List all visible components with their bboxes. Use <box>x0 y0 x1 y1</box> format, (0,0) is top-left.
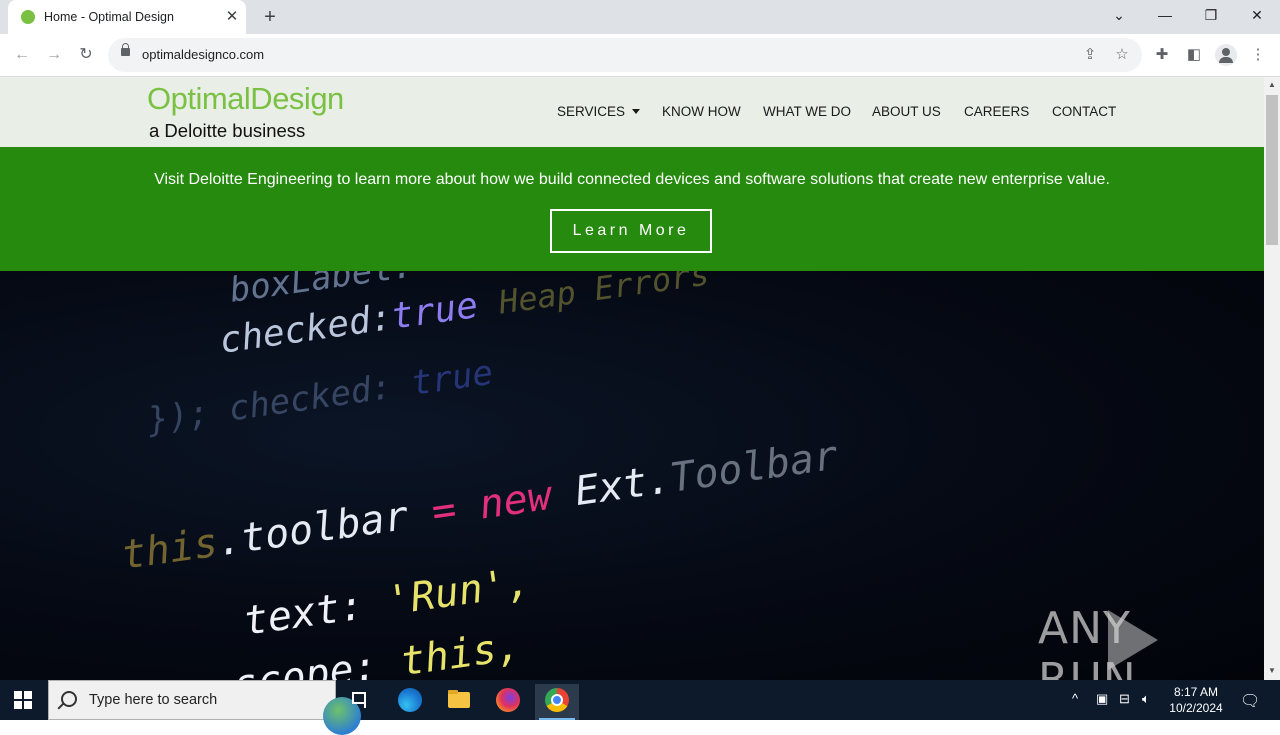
code-token: true <box>408 352 496 404</box>
profile-avatar-icon[interactable] <box>1215 44 1237 66</box>
code-token: this <box>118 519 221 579</box>
address-bar[interactable]: optimaldesignco.com ⇪ ☆ <box>108 38 1142 72</box>
windows-start-icon[interactable] <box>14 691 32 709</box>
code-token: = <box>428 486 460 536</box>
code-token: 'Run', <box>383 559 534 625</box>
code-token: Toolbar <box>667 432 841 502</box>
firefox-icon[interactable] <box>486 684 530 720</box>
taskbar-search-box[interactable]: Type here to search <box>48 680 361 735</box>
browser-tabstrip: Home - Optimal Design ✕ + ⌄ — ❐ ✕ <box>0 0 1280 34</box>
promo-banner: Visit Deloitte Engineering to learn more… <box>0 147 1264 271</box>
nav-careers[interactable]: CAREERS <box>964 104 1029 119</box>
scrollbar-thumb[interactable] <box>1266 95 1278 245</box>
code-token: scope: <box>230 643 381 680</box>
code-token: this, <box>397 623 524 680</box>
network-icon[interactable]: ⊟ <box>1119 691 1130 707</box>
task-view-icon[interactable] <box>338 684 382 720</box>
lock-icon[interactable] <box>121 43 130 56</box>
nav-what-we-do[interactable]: WHAT WE DO <box>763 104 851 119</box>
code-token: checked: <box>226 367 395 430</box>
nav-services-label: SERVICES <box>557 104 626 119</box>
share-icon[interactable]: ⇪ <box>1080 45 1100 65</box>
nav-services[interactable]: SERVICES <box>557 104 641 119</box>
nav-contact[interactable]: CONTACT <box>1052 104 1116 119</box>
code-token: .toolbar <box>214 493 412 566</box>
code-token: true <box>388 285 481 338</box>
side-panel-icon[interactable]: ◧ <box>1182 43 1206 67</box>
reload-button[interactable]: ↻ <box>73 42 99 68</box>
site-favicon-icon <box>21 10 35 24</box>
back-button[interactable]: ← <box>9 42 35 68</box>
browser-toolbar: ← → ↻ optimaldesignco.com ⇪ ☆ <box>0 34 1280 77</box>
code-token: Heap Errors <box>496 271 712 322</box>
browser-tab-active[interactable]: Home - Optimal Design ✕ <box>8 0 246 34</box>
code-line-3: }); checked: true <box>145 353 495 441</box>
page-viewport: OptimalDesign a Deloitte business SERVIC… <box>0 77 1264 680</box>
code-line-4: this.toolbar = new Ext.Toolbar <box>119 433 841 579</box>
code-token: text: <box>240 582 367 645</box>
nav-about-us[interactable]: ABOUT US <box>872 104 941 119</box>
volume-icon[interactable]: 🔈︎ <box>1142 691 1150 707</box>
system-clock[interactable]: 8:17 AM 10/2/2024 <box>1160 684 1232 716</box>
code-token: }); <box>145 392 212 441</box>
tray-overflow-chevron-icon[interactable]: ^ <box>1072 691 1078 706</box>
new-tab-button[interactable]: + <box>258 5 282 29</box>
code-token: new <box>476 472 555 529</box>
caret-down-icon <box>632 109 641 114</box>
clock-time: 8:17 AM <box>1173 685 1219 699</box>
url-text[interactable]: optimaldesignco.com <box>142 47 264 62</box>
extensions-puzzle-icon[interactable]: ✚ <box>1150 43 1174 67</box>
meet-now-icon[interactable]: ▣ <box>1096 691 1108 707</box>
browser-menu-kebab-icon[interactable]: ⋮ <box>1246 43 1270 67</box>
banner-text: Visit Deloitte Engineering to learn more… <box>154 171 1110 188</box>
clock-date: 10/2/2024 <box>1169 701 1223 715</box>
code-token: Ext. <box>571 456 674 516</box>
minimize-button[interactable]: — <box>1142 0 1188 32</box>
tab-search-chevron-icon[interactable]: ⌄ <box>1096 0 1142 32</box>
scroll-up-arrow-icon[interactable]: ▲ <box>1268 80 1276 89</box>
forward-button[interactable]: → <box>41 42 67 68</box>
notifications-icon[interactable]: 🗨︎ <box>1240 691 1260 711</box>
edge-browser-icon[interactable] <box>388 684 432 720</box>
site-logo[interactable]: OptimalDesign <box>147 81 344 117</box>
search-icon <box>61 691 77 707</box>
close-window-button[interactable]: ✕ <box>1234 0 1280 32</box>
taskbar-search-placeholder: Type here to search <box>89 692 218 708</box>
windows-taskbar: Type here to search ^ ▣ ⊟ 🔈︎ 8:17 AM 10/… <box>0 680 1280 735</box>
learn-more-button[interactable]: Learn More <box>550 209 712 253</box>
bookmark-star-icon[interactable]: ☆ <box>1112 45 1132 65</box>
nav-know-how[interactable]: KNOW HOW <box>662 104 741 119</box>
watermark-text-left: ANY <box>1038 603 1131 654</box>
file-explorer-icon[interactable] <box>436 684 480 720</box>
site-logo-tagline[interactable]: a Deloitte business <box>149 120 305 142</box>
close-tab-icon[interactable]: ✕ <box>224 7 240 27</box>
restore-button[interactable]: ❐ <box>1188 0 1234 32</box>
page-scrollbar[interactable]: ▲ ▼ <box>1264 77 1280 680</box>
tab-title: Home - Optimal Design <box>44 10 174 24</box>
site-header: OptimalDesign a Deloitte business SERVIC… <box>0 77 1264 147</box>
chrome-icon[interactable] <box>535 684 579 720</box>
